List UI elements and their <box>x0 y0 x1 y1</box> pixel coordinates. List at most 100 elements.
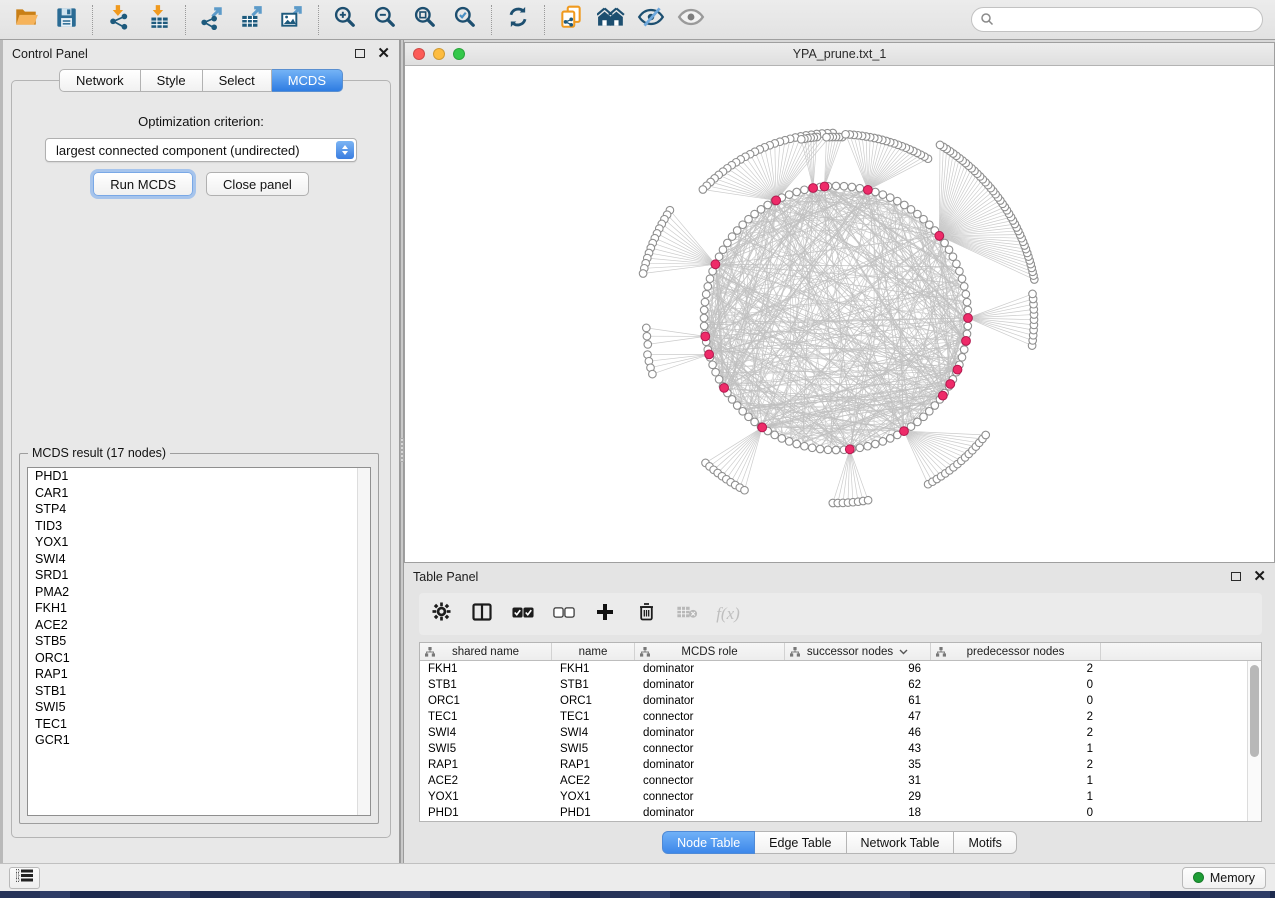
tab-style[interactable]: Style <box>141 69 203 92</box>
hierarchy-icon <box>936 647 946 660</box>
column-header-mcds-role[interactable]: MCDS role <box>635 643 785 660</box>
zoom-out-button[interactable] <box>365 3 405 37</box>
column-header-shared-name[interactable]: shared name <box>420 643 552 660</box>
tab-network[interactable]: Network <box>59 69 141 92</box>
table-row[interactable]: FKH1FKH1dominator962 <box>420 661 1247 677</box>
mcds-result-item[interactable]: RAP1 <box>28 666 370 683</box>
zoom-fit-icon <box>412 4 438 35</box>
close-window-icon[interactable] <box>413 48 425 60</box>
tab-node-table[interactable]: Node Table <box>662 831 755 854</box>
mcds-result-list[interactable]: PHD1CAR1STP4TID3YOX1SWI4SRD1PMA2FKH1ACE2… <box>27 467 371 816</box>
import-network-button[interactable] <box>99 3 139 37</box>
table-cell: 46 <box>785 727 931 739</box>
mcds-result-item[interactable]: SWI4 <box>28 551 370 568</box>
table-row[interactable]: ACE2ACE2connector311 <box>420 773 1247 789</box>
network-window-titlebar[interactable]: YPA_prune.txt_1 <box>405 43 1274 66</box>
deselect-all-button[interactable] <box>552 602 576 626</box>
table-cell: dominator <box>635 727 785 739</box>
network-graph[interactable] <box>405 66 1274 562</box>
node-table-body: FKH1FKH1dominator962STB1STB1dominator620… <box>420 661 1247 821</box>
table-settings-button[interactable] <box>429 602 453 626</box>
optimization-criterion-label: Optimization criterion: <box>12 114 390 129</box>
export-table-button[interactable] <box>232 3 272 37</box>
tab-motifs[interactable]: Motifs <box>954 831 1016 854</box>
mcds-result-item[interactable]: PHD1 <box>28 468 370 485</box>
close-panel-icon[interactable]: ✕ <box>1253 569 1266 584</box>
float-panel-icon[interactable] <box>355 49 365 58</box>
search-input[interactable] <box>971 7 1263 32</box>
delete-column-button[interactable] <box>634 602 658 626</box>
table-cell: TEC1 <box>552 711 635 723</box>
table-row[interactable]: ORC1ORC1dominator610 <box>420 693 1247 709</box>
mcds-result-item[interactable]: SRD1 <box>28 567 370 584</box>
close-panel-button[interactable]: Close panel <box>206 172 309 196</box>
export-image-button[interactable] <box>272 3 312 37</box>
create-column-button[interactable] <box>593 602 617 626</box>
mcds-panel: Optimization criterion: largest connecte… <box>11 80 391 838</box>
mcds-result-item[interactable]: ORC1 <box>28 650 370 667</box>
mcds-result-item[interactable]: PMA2 <box>28 584 370 601</box>
minimize-window-icon[interactable] <box>433 48 445 60</box>
tab-mcds[interactable]: MCDS <box>272 69 343 92</box>
tab-edge-table[interactable]: Edge Table <box>755 831 846 854</box>
close-panel-icon[interactable]: ✕ <box>377 46 390 61</box>
mcds-result-item[interactable]: TEC1 <box>28 716 370 733</box>
mcds-result-group: MCDS result (17 nodes) PHD1CAR1STP4TID3Y… <box>19 453 379 824</box>
save-session-button[interactable] <box>46 3 86 37</box>
float-panel-icon[interactable] <box>1231 572 1241 581</box>
mcds-result-item[interactable]: SWI5 <box>28 699 370 716</box>
import-network-icon <box>106 4 132 35</box>
mcds-result-item[interactable]: ACE2 <box>28 617 370 634</box>
mcds-result-item[interactable]: STP4 <box>28 501 370 518</box>
table-row[interactable]: RAP1RAP1dominator352 <box>420 757 1247 773</box>
import-table-button[interactable] <box>139 3 179 37</box>
show-panels-button[interactable] <box>9 867 40 889</box>
mcds-result-title: MCDS result (17 nodes) <box>28 446 170 460</box>
tab-network-table[interactable]: Network Table <box>847 831 955 854</box>
column-header-name[interactable]: name <box>552 643 635 660</box>
mcds-result-item[interactable]: GCR1 <box>28 732 370 749</box>
mcds-result-item[interactable]: CAR1 <box>28 485 370 502</box>
show-column-button[interactable] <box>470 602 494 626</box>
table-row[interactable]: STB1STB1dominator620 <box>420 677 1247 693</box>
table-row[interactable]: TEC1TEC1connector472 <box>420 709 1247 725</box>
table-row[interactable]: SWI5SWI5connector431 <box>420 741 1247 757</box>
table-row[interactable]: YOX1YOX1connector291 <box>420 789 1247 805</box>
network-canvas[interactable] <box>405 66 1274 562</box>
mcds-list-scrollbar[interactable] <box>357 468 370 815</box>
table-cell: 2 <box>931 711 1101 723</box>
mcds-result-item[interactable]: STB1 <box>28 683 370 700</box>
clone-network-button[interactable] <box>551 3 591 37</box>
table-cell: ACE2 <box>420 775 552 787</box>
optimization-criterion-select[interactable]: largest connected component (undirected) <box>45 138 357 162</box>
first-neighbors-button[interactable] <box>591 3 631 37</box>
zoom-selected-button[interactable] <box>445 3 485 37</box>
maximize-window-icon[interactable] <box>453 48 465 60</box>
table-scrollbar[interactable] <box>1247 661 1261 821</box>
table-row[interactable]: PHD1PHD1dominator180 <box>420 805 1247 821</box>
search-icon <box>980 12 994 31</box>
run-mcds-button[interactable]: Run MCDS <box>93 172 193 196</box>
open-file-button[interactable] <box>6 3 46 37</box>
column-header-predecessor-nodes[interactable]: predecessor nodes <box>931 643 1101 660</box>
table-scrollbar-thumb[interactable] <box>1250 665 1259 757</box>
zoom-fit-button[interactable] <box>405 3 445 37</box>
memory-button[interactable]: Memory <box>1182 867 1266 889</box>
table-cell: 2 <box>931 663 1101 675</box>
tab-select[interactable]: Select <box>203 69 272 92</box>
table-row[interactable]: SWI4SWI4dominator462 <box>420 725 1247 741</box>
mcds-result-item[interactable]: TID3 <box>28 518 370 535</box>
mcds-result-item[interactable]: YOX1 <box>28 534 370 551</box>
export-network-button[interactable] <box>192 3 232 37</box>
table-cell: dominator <box>635 759 785 771</box>
zoom-in-button[interactable] <box>325 3 365 37</box>
select-all-button[interactable] <box>511 602 535 626</box>
refresh-layout-button[interactable] <box>498 3 538 37</box>
table-cell: connector <box>635 775 785 787</box>
mcds-result-item[interactable]: STB5 <box>28 633 370 650</box>
hide-selected-button[interactable] <box>631 3 671 37</box>
table-cell: RAP1 <box>552 759 635 771</box>
mcds-result-item[interactable]: FKH1 <box>28 600 370 617</box>
show-all-button[interactable] <box>671 3 711 37</box>
column-header-successor-nodes[interactable]: successor nodes <box>785 643 931 660</box>
